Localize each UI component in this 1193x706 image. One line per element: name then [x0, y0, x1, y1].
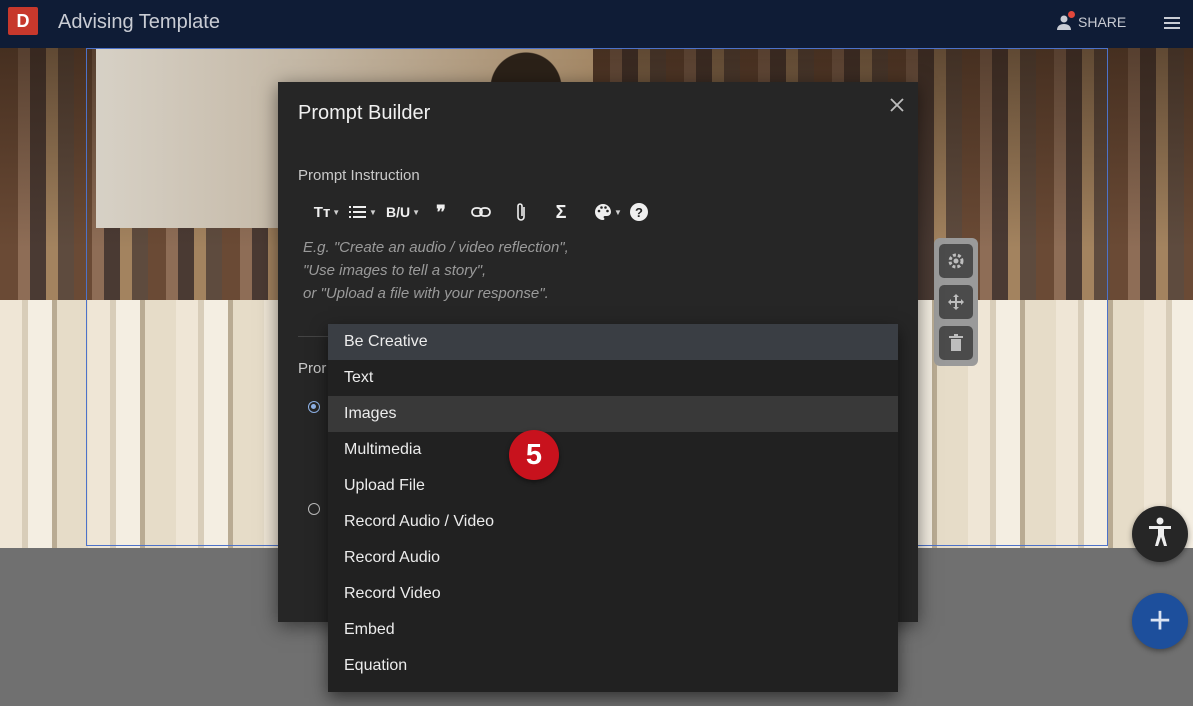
bold-underline-icon[interactable]: B/U ▼	[384, 200, 422, 224]
menu-item-record-video[interactable]: Record Video	[328, 576, 898, 612]
help-icon[interactable]: ?	[628, 200, 650, 224]
add-button[interactable]: +	[1132, 593, 1188, 649]
block-toolbar	[934, 238, 978, 366]
menu-item-record-audio[interactable]: Record Audio	[328, 540, 898, 576]
attach-icon[interactable]	[508, 200, 534, 224]
menu-item-equation[interactable]: Equation	[328, 648, 898, 684]
accessibility-button[interactable]	[1132, 506, 1188, 562]
editor-toolbar: Tт ▼ ▼ B/U ▼ ❞ Σ ▼ ?	[312, 200, 650, 224]
palette-icon[interactable]: ▼	[592, 200, 624, 224]
quote-icon[interactable]: ❞	[428, 200, 454, 224]
prompt-type-label: Pror	[298, 360, 327, 377]
placeholder-line: E.g. "Create an audio / video reflection…	[303, 239, 569, 256]
radio-option[interactable]	[308, 503, 320, 515]
share-button[interactable]: SHARE	[1056, 11, 1127, 30]
menu-item-be-creative[interactable]: Be Creative	[328, 324, 898, 360]
menu-item-upload-file[interactable]: Upload File	[328, 468, 898, 504]
prompt-instruction-editor[interactable]: E.g. "Create an audio / video reflection…	[303, 236, 569, 305]
prompt-type-dropdown: Be Creative Text Images Multimedia Uploa…	[328, 324, 898, 692]
menu-item-images[interactable]: Images	[328, 396, 898, 432]
close-icon[interactable]	[890, 98, 906, 114]
link-icon[interactable]	[468, 200, 494, 224]
trash-icon[interactable]	[939, 326, 973, 361]
sigma-icon[interactable]: Σ	[548, 200, 574, 224]
prompt-instruction-label: Prompt Instruction	[298, 167, 420, 184]
share-label: SHARE	[1078, 14, 1127, 30]
placeholder-line: "Use images to tell a story",	[303, 262, 487, 279]
person-icon	[1056, 11, 1075, 30]
menu-item-text[interactable]: Text	[328, 360, 898, 396]
step-number-badge: 5	[509, 430, 559, 480]
dialog-title: Prompt Builder	[298, 102, 431, 124]
accessibility-icon	[1147, 517, 1173, 552]
app-logo[interactable]: D	[8, 7, 38, 35]
placeholder-line: or "Upload a file with your response".	[303, 285, 549, 302]
top-bar: D Advising Template SHARE	[0, 0, 1193, 48]
hamburger-icon[interactable]	[1163, 14, 1181, 32]
page-title: Advising Template	[58, 11, 220, 33]
move-icon[interactable]	[939, 284, 973, 319]
list-icon[interactable]: ▼	[348, 200, 378, 224]
radio-option-selected[interactable]	[308, 401, 320, 413]
menu-item-embed[interactable]: Embed	[328, 612, 898, 648]
text-size-icon[interactable]: Tт ▼	[312, 200, 342, 224]
gear-icon[interactable]	[939, 243, 973, 278]
notification-dot	[1068, 11, 1075, 18]
menu-item-record-audio-video[interactable]: Record Audio / Video	[328, 504, 898, 540]
menu-item-multimedia[interactable]: Multimedia	[328, 432, 898, 468]
